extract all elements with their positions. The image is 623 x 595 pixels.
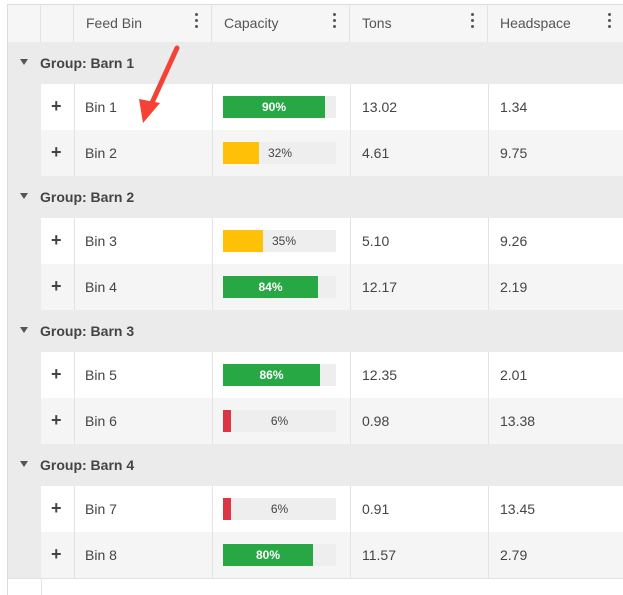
red-arrow-annotation <box>139 45 180 123</box>
